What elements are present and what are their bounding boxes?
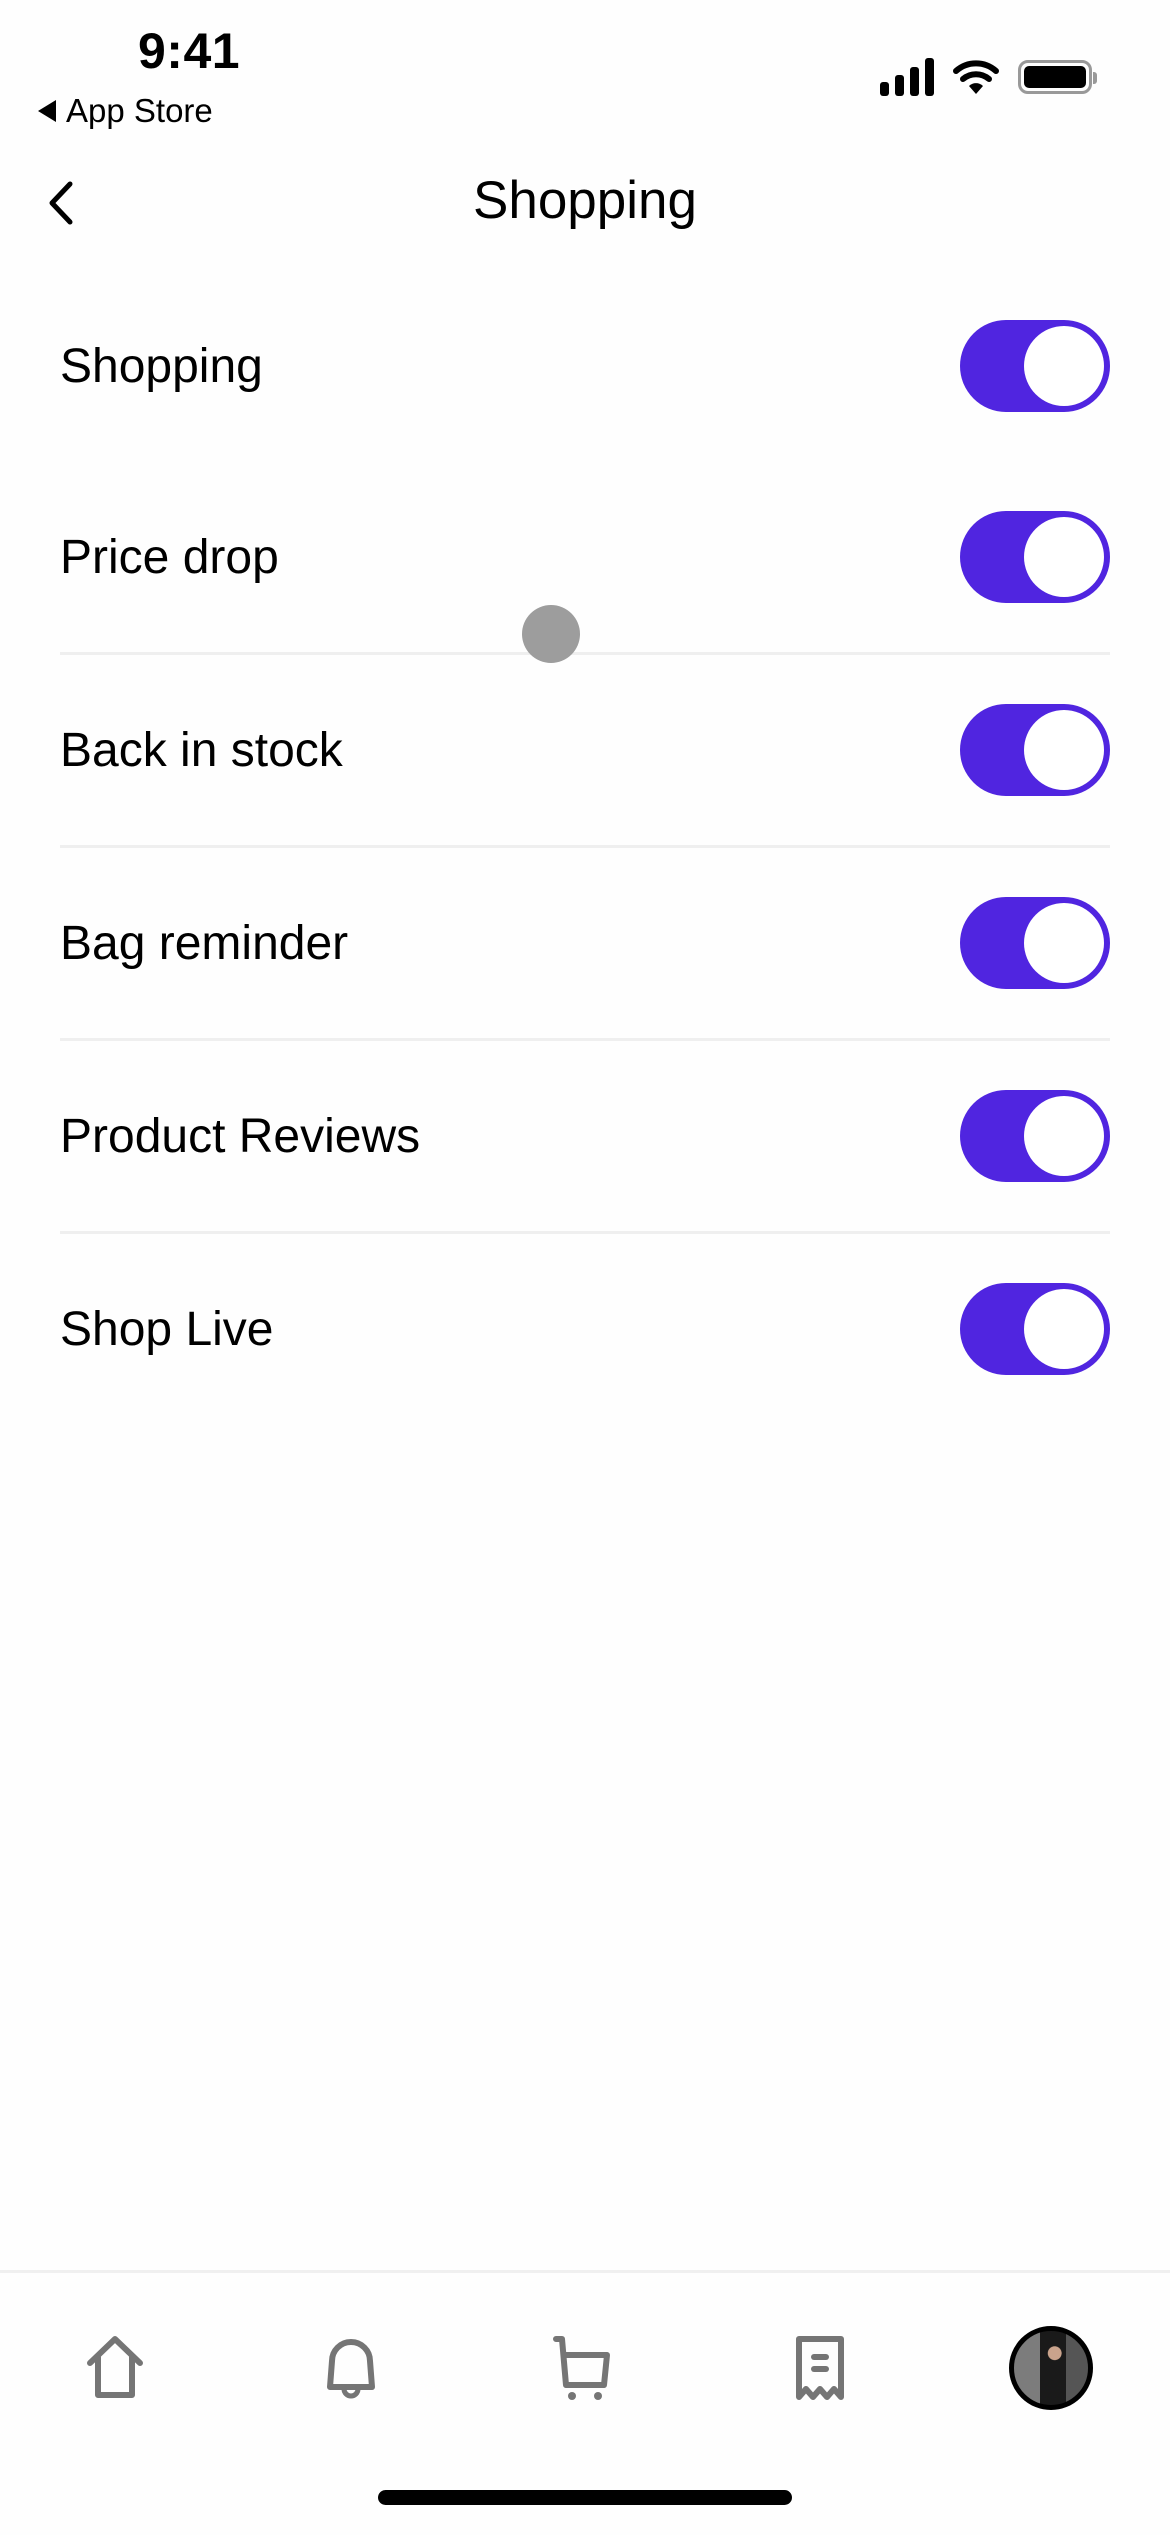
status-bar: 9:41 App Store <box>0 0 1170 140</box>
price-drop-toggle[interactable] <box>960 511 1110 603</box>
setting-row-product-reviews: Product Reviews <box>60 1041 1110 1234</box>
setting-row-bag-reminder: Bag reminder <box>60 848 1110 1041</box>
tab-cart[interactable] <box>540 2323 630 2413</box>
product-reviews-toggle[interactable] <box>960 1090 1110 1182</box>
toggle-knob <box>1024 517 1104 597</box>
setting-label: Product Reviews <box>60 1109 421 1163</box>
setting-label: Price drop <box>60 530 279 584</box>
status-time: 9:41 <box>138 23 241 79</box>
setting-label: Bag reminder <box>60 916 349 970</box>
setting-label: Shopping <box>60 339 263 393</box>
touch-indicator <box>522 605 580 663</box>
tab-home[interactable] <box>70 2323 160 2413</box>
tab-orders[interactable] <box>775 2323 865 2413</box>
setting-row-price-drop: Price drop <box>60 462 1110 655</box>
setting-row-back-in-stock: Back in stock <box>60 655 1110 848</box>
cellular-signal-icon <box>880 58 934 96</box>
toggle-knob <box>1024 326 1104 406</box>
page-title: Shopping <box>473 171 697 230</box>
setting-label: Shop Live <box>60 1302 274 1356</box>
tab-notifications[interactable] <box>306 2323 396 2413</box>
setting-label: Back in stock <box>60 723 343 777</box>
notification-settings-list: Shopping Price drop Back in stock Bag re… <box>60 270 1110 1424</box>
toggle-knob <box>1024 710 1104 790</box>
back-to-app-store-link[interactable]: App Store <box>38 92 213 130</box>
shopping-toggle[interactable] <box>960 320 1110 412</box>
cart-icon <box>553 2336 610 2400</box>
nav-header: Shopping <box>0 160 1170 250</box>
bell-icon <box>327 2339 375 2399</box>
battery-icon <box>1018 60 1097 94</box>
wifi-icon <box>953 60 999 94</box>
toggle-knob <box>1024 903 1104 983</box>
setting-row-shopping: Shopping <box>60 270 1110 462</box>
back-to-app-label: App Store <box>66 92 213 129</box>
bag-reminder-toggle[interactable] <box>960 897 1110 989</box>
status-icons <box>880 58 1097 96</box>
toggle-knob <box>1024 1096 1104 1176</box>
receipt-icon <box>796 2336 844 2400</box>
home-indicator[interactable] <box>378 2490 792 2505</box>
toggle-knob <box>1024 1289 1104 1369</box>
setting-row-shop-live: Shop Live <box>60 1234 1110 1424</box>
avatar <box>1009 2326 1093 2410</box>
shop-live-toggle[interactable] <box>960 1283 1110 1375</box>
back-triangle-icon <box>38 100 56 122</box>
tab-profile[interactable] <box>1006 2323 1096 2413</box>
home-icon <box>87 2336 143 2398</box>
back-in-stock-toggle[interactable] <box>960 704 1110 796</box>
